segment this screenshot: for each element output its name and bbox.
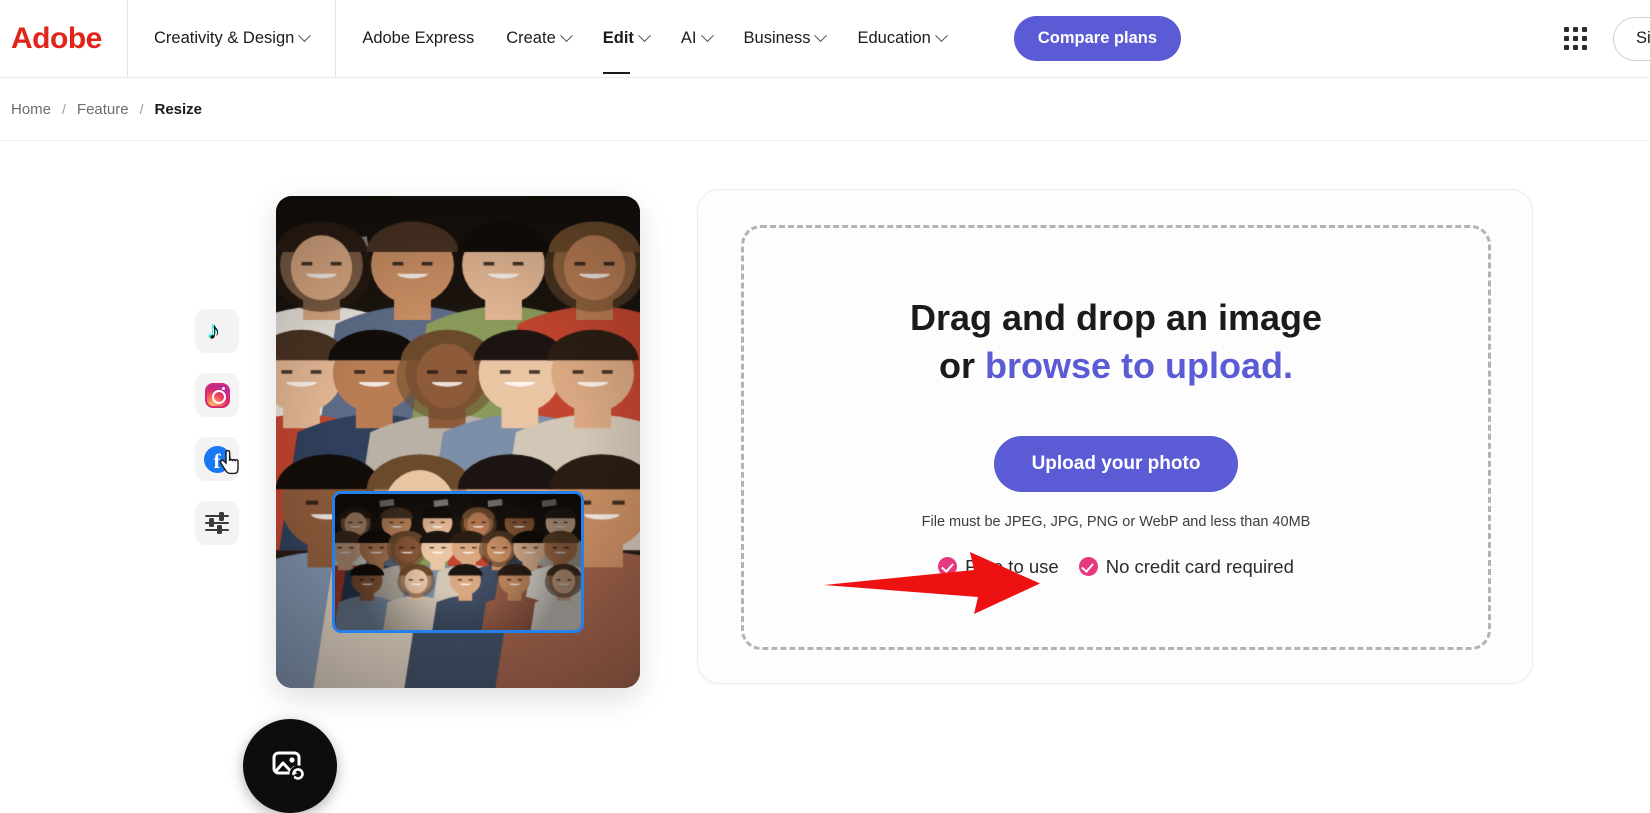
nav-right-cluster: Sign in: [1564, 16, 1650, 61]
nav-item-label: Education: [857, 29, 931, 47]
nav-item-label: Business: [743, 29, 811, 47]
nav-item-label: AI: [680, 29, 697, 47]
adjustments-icon: [205, 511, 229, 534]
chevron-down-icon: [700, 29, 714, 43]
upload-card: Drag and drop an image or browse to uplo…: [697, 189, 1533, 684]
compare-plans-button[interactable]: Compare plans: [1013, 16, 1182, 61]
nav-category-label: Creativity & Design: [154, 29, 295, 47]
image-resize-icon: [272, 751, 307, 783]
nav-links: Adobe Express Create Edit AI Business Ed…: [336, 0, 1182, 78]
nav-item-ai[interactable]: AI: [680, 0, 714, 78]
upload-headline-prefix: or: [938, 344, 985, 386]
breadcrumb-separator: /: [139, 101, 144, 117]
nav-item-label: Edit: [602, 29, 634, 47]
sign-in-button[interactable]: Sign in: [1613, 16, 1650, 61]
resize-selection-rectangle[interactable]: [332, 491, 584, 633]
nav-active-underline: [602, 71, 630, 74]
perk-label: Free to use: [965, 555, 1059, 577]
upload-headline: Drag and drop an image or browse to uplo…: [910, 294, 1322, 390]
perk-free-to-use: Free to use: [938, 556, 1059, 578]
file-requirements-note: File must be JPEG, JPG, PNG or WebP and …: [921, 513, 1311, 530]
chevron-down-icon: [814, 29, 828, 43]
social-format-rail: ♪ ♪ f: [195, 309, 239, 545]
nav-item-create[interactable]: Create: [506, 0, 573, 78]
nav-item-education[interactable]: Education: [857, 0, 948, 78]
nav-item-adobe-express[interactable]: Adobe Express: [362, 0, 474, 78]
perk-label: No credit card required: [1105, 555, 1294, 577]
check-circle-icon: [1078, 557, 1098, 577]
social-chip-facebook[interactable]: f: [195, 437, 239, 481]
chevron-down-icon: [934, 29, 948, 43]
breadcrumb: Home / Feature / Resize: [0, 78, 1650, 141]
nav-category-creativity-design[interactable]: Creativity & Design: [128, 0, 337, 78]
social-chip-instagram[interactable]: [195, 373, 239, 417]
adobe-logo-text: Adobe: [11, 21, 102, 55]
breadcrumb-item-feature[interactable]: Feature: [77, 101, 129, 118]
adobe-logo[interactable]: Adobe: [0, 0, 128, 78]
upload-your-photo-button[interactable]: Upload your photo: [993, 435, 1239, 492]
image-resize-fab-button[interactable]: [243, 719, 337, 813]
breadcrumb-separator: /: [62, 101, 66, 117]
breadcrumb-item-resize: Resize: [154, 100, 203, 118]
nav-item-label: Create: [506, 29, 556, 47]
breadcrumb-item-home[interactable]: Home: [11, 101, 51, 118]
check-circle-icon: [938, 557, 958, 577]
chevron-down-icon: [298, 29, 312, 43]
tiktok-icon: ♪ ♪: [206, 316, 221, 345]
browse-to-upload-link[interactable]: browse to upload.: [985, 345, 1293, 386]
app-grid-icon[interactable]: [1564, 27, 1587, 50]
nav-item-edit[interactable]: Edit: [602, 0, 651, 78]
drag-and-drop-zone[interactable]: Drag and drop an image or browse to uplo…: [741, 225, 1491, 650]
upload-headline-line1: Drag and drop an image: [909, 297, 1323, 338]
perks-row: Free to use No credit card required: [938, 556, 1294, 578]
nav-item-label: Adobe Express: [362, 29, 475, 47]
social-chip-adjustments[interactable]: [195, 501, 239, 545]
chevron-down-icon: [559, 29, 573, 43]
top-navigation-bar: Adobe Creativity & Design Adobe Express …: [0, 0, 1650, 78]
social-chip-tiktok[interactable]: ♪ ♪: [195, 309, 239, 353]
main-content: ♪ ♪ f Drag and drop an image or browse t…: [0, 141, 1650, 813]
perk-no-credit-card: No credit card required: [1078, 555, 1294, 578]
nav-item-business[interactable]: Business: [743, 0, 828, 78]
chevron-down-icon: [638, 29, 651, 43]
upload-headline-line2: or browse to upload.: [910, 342, 1322, 390]
facebook-icon: f: [203, 445, 231, 473]
instagram-icon: [204, 382, 230, 408]
